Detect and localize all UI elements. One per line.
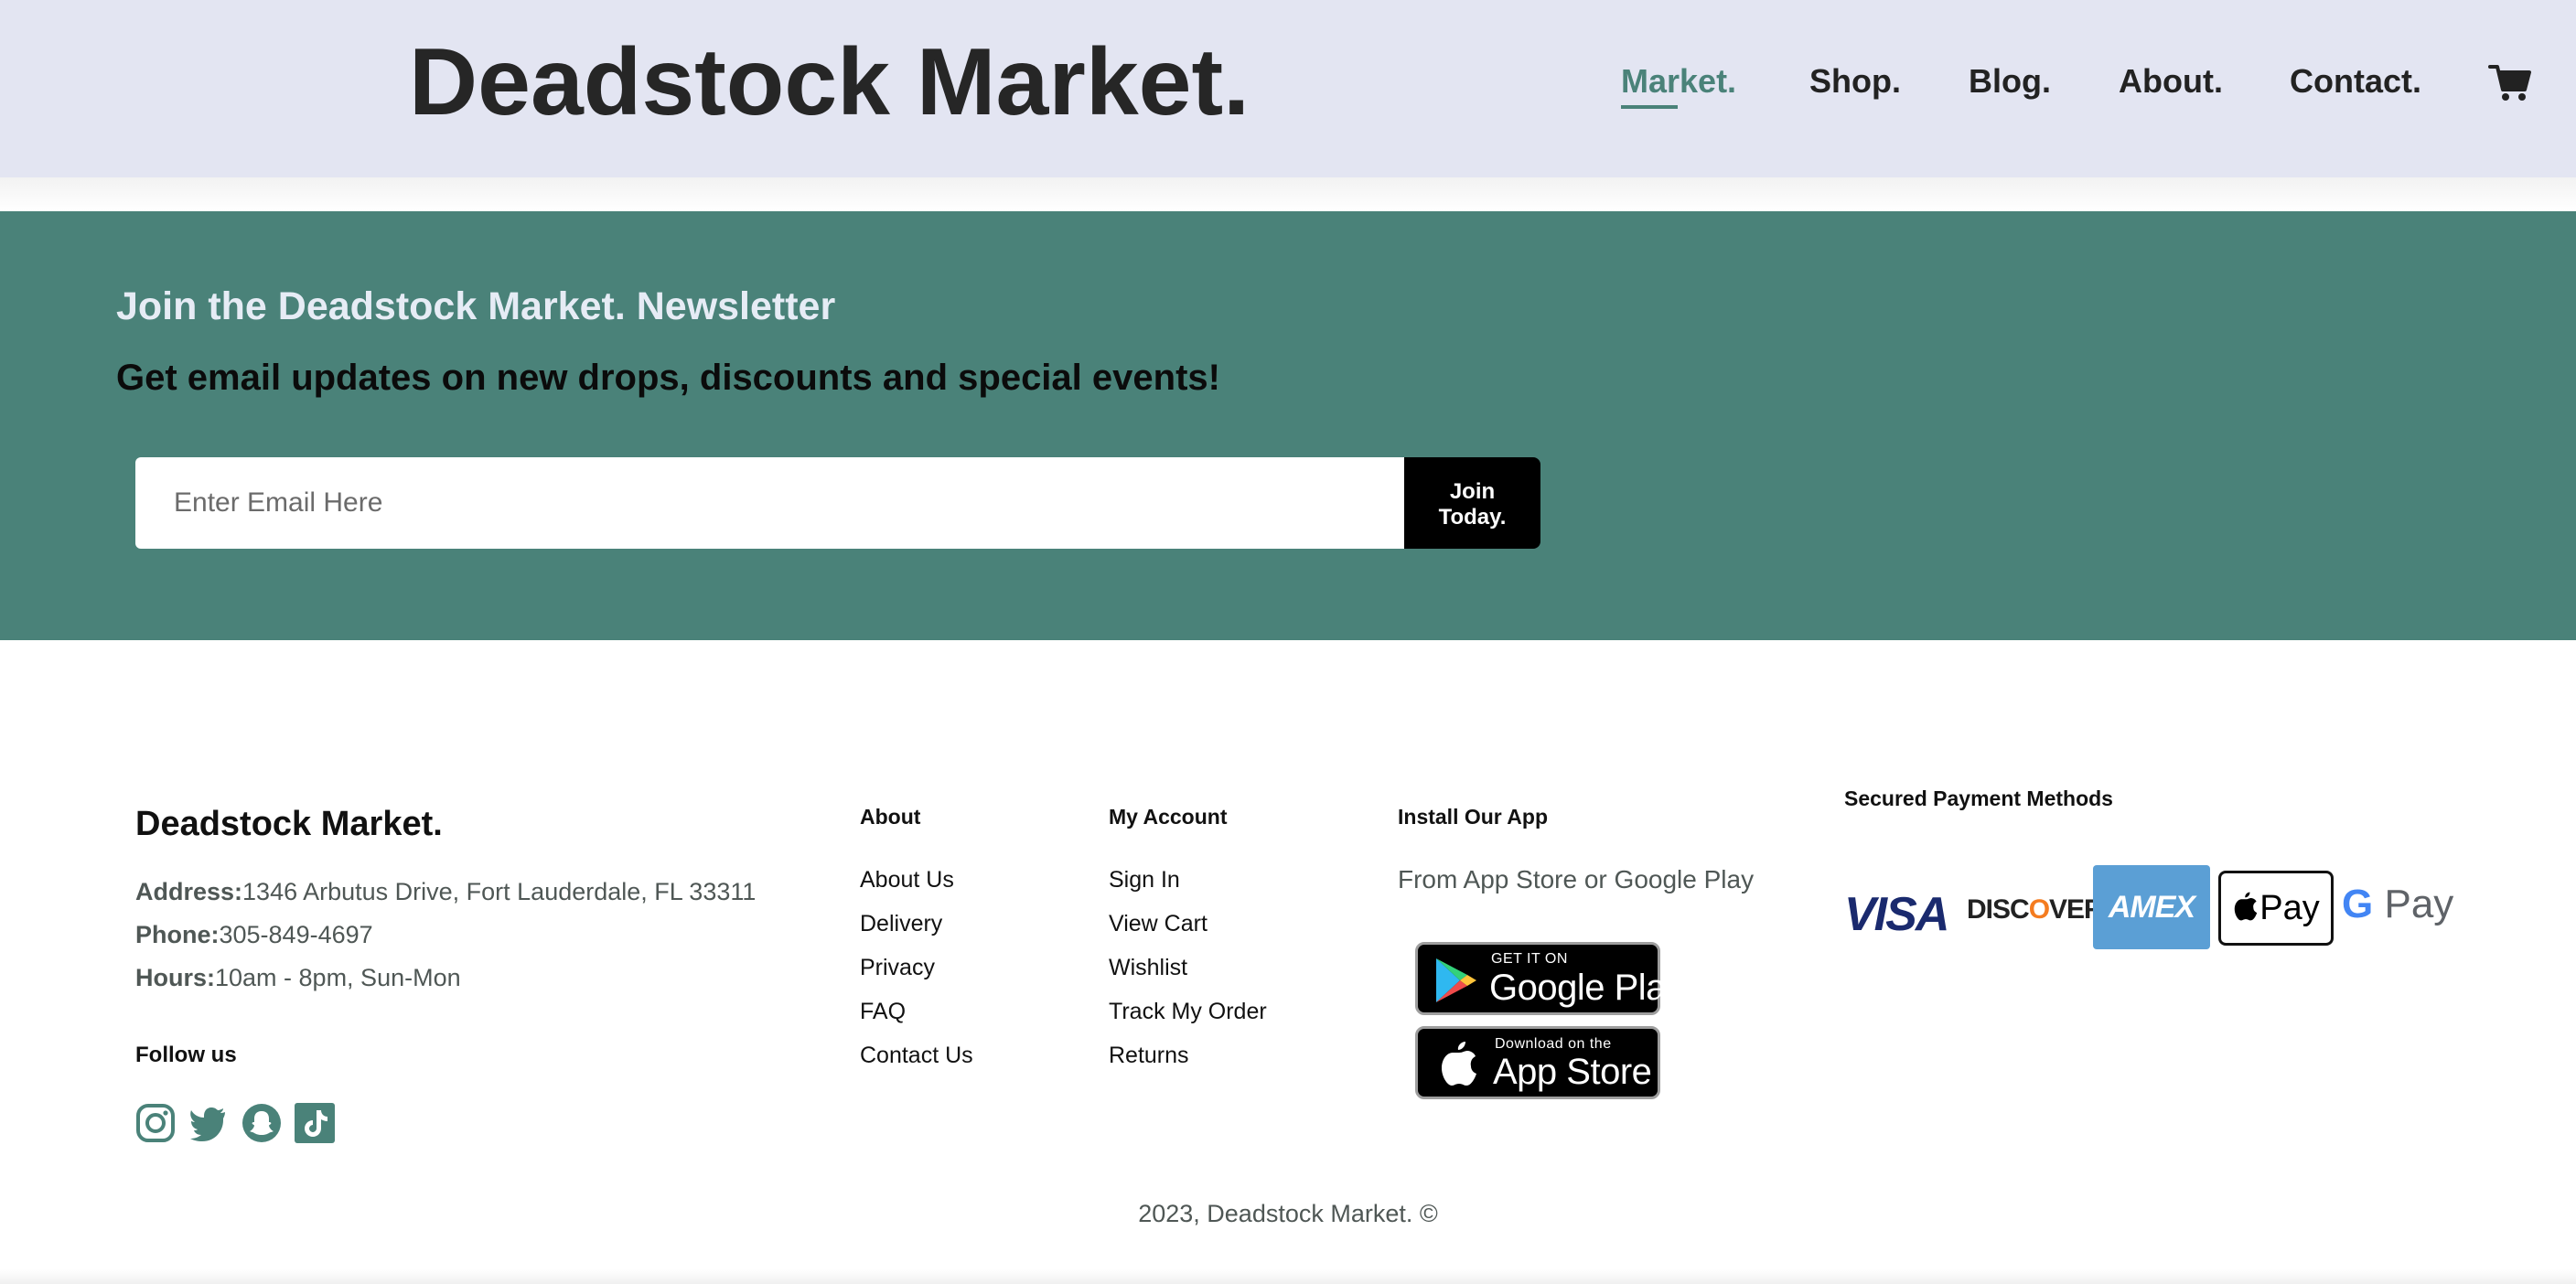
discover-logo: DISCOVER	[1967, 894, 2104, 926]
nav-market-label: Market.	[1621, 62, 1737, 100]
footer-link-view-cart[interactable]: View Cart	[1109, 911, 1208, 937]
instagram-icon[interactable]	[135, 1103, 176, 1143]
snapchat-icon[interactable]	[242, 1103, 282, 1143]
join-today-button[interactable]: Join Today.	[1404, 457, 1540, 549]
hours-value: 10am - 8pm, Sun-Mon	[215, 964, 461, 991]
twitter-icon[interactable]	[188, 1103, 229, 1143]
apple-pay-text: Pay	[2259, 889, 2320, 927]
footer-brand: Deadstock Market.	[135, 805, 443, 843]
footer-link-about-us[interactable]: About Us	[860, 867, 954, 893]
tiktok-icon[interactable]	[295, 1103, 335, 1143]
footer-address: Address:1346 Arbutus Drive, Fort Lauderd…	[135, 878, 756, 906]
footer-link-sign-in[interactable]: Sign In	[1109, 867, 1180, 893]
newsletter-form: Join Today.	[135, 457, 1540, 549]
google-pay-logo: G Pay	[2342, 882, 2453, 927]
newsletter-subtitle: Get email updates on new drops, discount…	[116, 358, 1220, 398]
google-play-big-text: Google Play	[1489, 968, 1684, 1008]
amex-logo: AMEX	[2093, 865, 2210, 949]
phone-label: Phone:	[135, 921, 220, 948]
payments-title: Secured Payment Methods	[1844, 786, 2113, 810]
follow-us-heading: Follow us	[135, 1043, 237, 1067]
google-play-icon	[1436, 958, 1476, 1002]
google-play-small-text: GET IT ON	[1491, 951, 1568, 967]
newsletter-section: Join the Deadstock Market. Newsletter Ge…	[0, 211, 2576, 640]
visa-logo: VISA	[1844, 888, 1949, 941]
copyright-text: 2023, Deadstock Market. ©	[1138, 1200, 1438, 1227]
footer-link-track-order[interactable]: Track My Order	[1109, 999, 1267, 1025]
about-column-title: About	[860, 805, 921, 829]
footer-link-contact-us[interactable]: Contact Us	[860, 1043, 973, 1069]
site-brand[interactable]: Deadstock Market.	[409, 27, 1250, 137]
footer-link-wishlist[interactable]: Wishlist	[1109, 955, 1187, 981]
address-value: 1346 Arbutus Drive, Fort Lauderdale, FL …	[242, 878, 757, 905]
app-column-title: Install Our App	[1398, 805, 1548, 829]
phone-value[interactable]: 305-849-4697	[220, 921, 373, 948]
nav-contact[interactable]: Contact.	[2290, 59, 2421, 104]
header-shadow	[0, 177, 2576, 211]
app-store-badge[interactable]: Download on the App Store	[1415, 1026, 1660, 1099]
footer-phone: Phone:305-849-4697	[135, 921, 373, 949]
nav-market[interactable]: Market.	[1621, 59, 1737, 109]
hours-label: Hours:	[135, 964, 215, 991]
nav-active-underline	[1621, 105, 1678, 109]
apple-pay-icon	[2235, 892, 2258, 921]
nav-blog[interactable]: Blog.	[1969, 59, 2051, 104]
cart-icon[interactable]	[2488, 62, 2532, 102]
address-label: Address:	[135, 878, 243, 905]
discover-pre: DISC	[1967, 894, 2030, 925]
footer-link-returns[interactable]: Returns	[1109, 1043, 1189, 1069]
google-pay-g: G	[2342, 882, 2374, 926]
email-input[interactable]	[135, 457, 1405, 549]
footer-link-delivery[interactable]: Delivery	[860, 911, 942, 937]
footer-link-faq[interactable]: FAQ	[860, 999, 906, 1025]
newsletter-title: Join the Deadstock Market. Newsletter	[116, 284, 836, 328]
apple-pay-logo: Pay	[2218, 871, 2334, 946]
footer-link-privacy[interactable]: Privacy	[860, 955, 935, 981]
app-store-text: From App Store or Google Play	[1398, 865, 1755, 893]
footer-bottom-shadow	[0, 1269, 2576, 1284]
discover-o: O	[2028, 894, 2050, 925]
nav-about[interactable]: About.	[2119, 59, 2223, 104]
footer-hours: Hours:10am - 8pm, Sun-Mon	[135, 964, 461, 992]
apple-logo-icon	[1442, 1042, 1476, 1086]
google-pay-text: Pay	[2384, 882, 2454, 926]
site-footer: Deadstock Market. Address:1346 Arbutus D…	[0, 640, 2576, 1284]
nav-shop[interactable]: Shop.	[1809, 59, 1901, 104]
site-header: Deadstock Market. Market. Shop. Blog. Ab…	[0, 0, 2576, 177]
account-column-title: My Account	[1109, 805, 1228, 829]
google-play-badge[interactable]: GET IT ON Google Play	[1415, 942, 1684, 1015]
app-store-big-text: App Store	[1493, 1052, 1652, 1092]
app-store-small-text: Download on the	[1495, 1036, 1612, 1052]
